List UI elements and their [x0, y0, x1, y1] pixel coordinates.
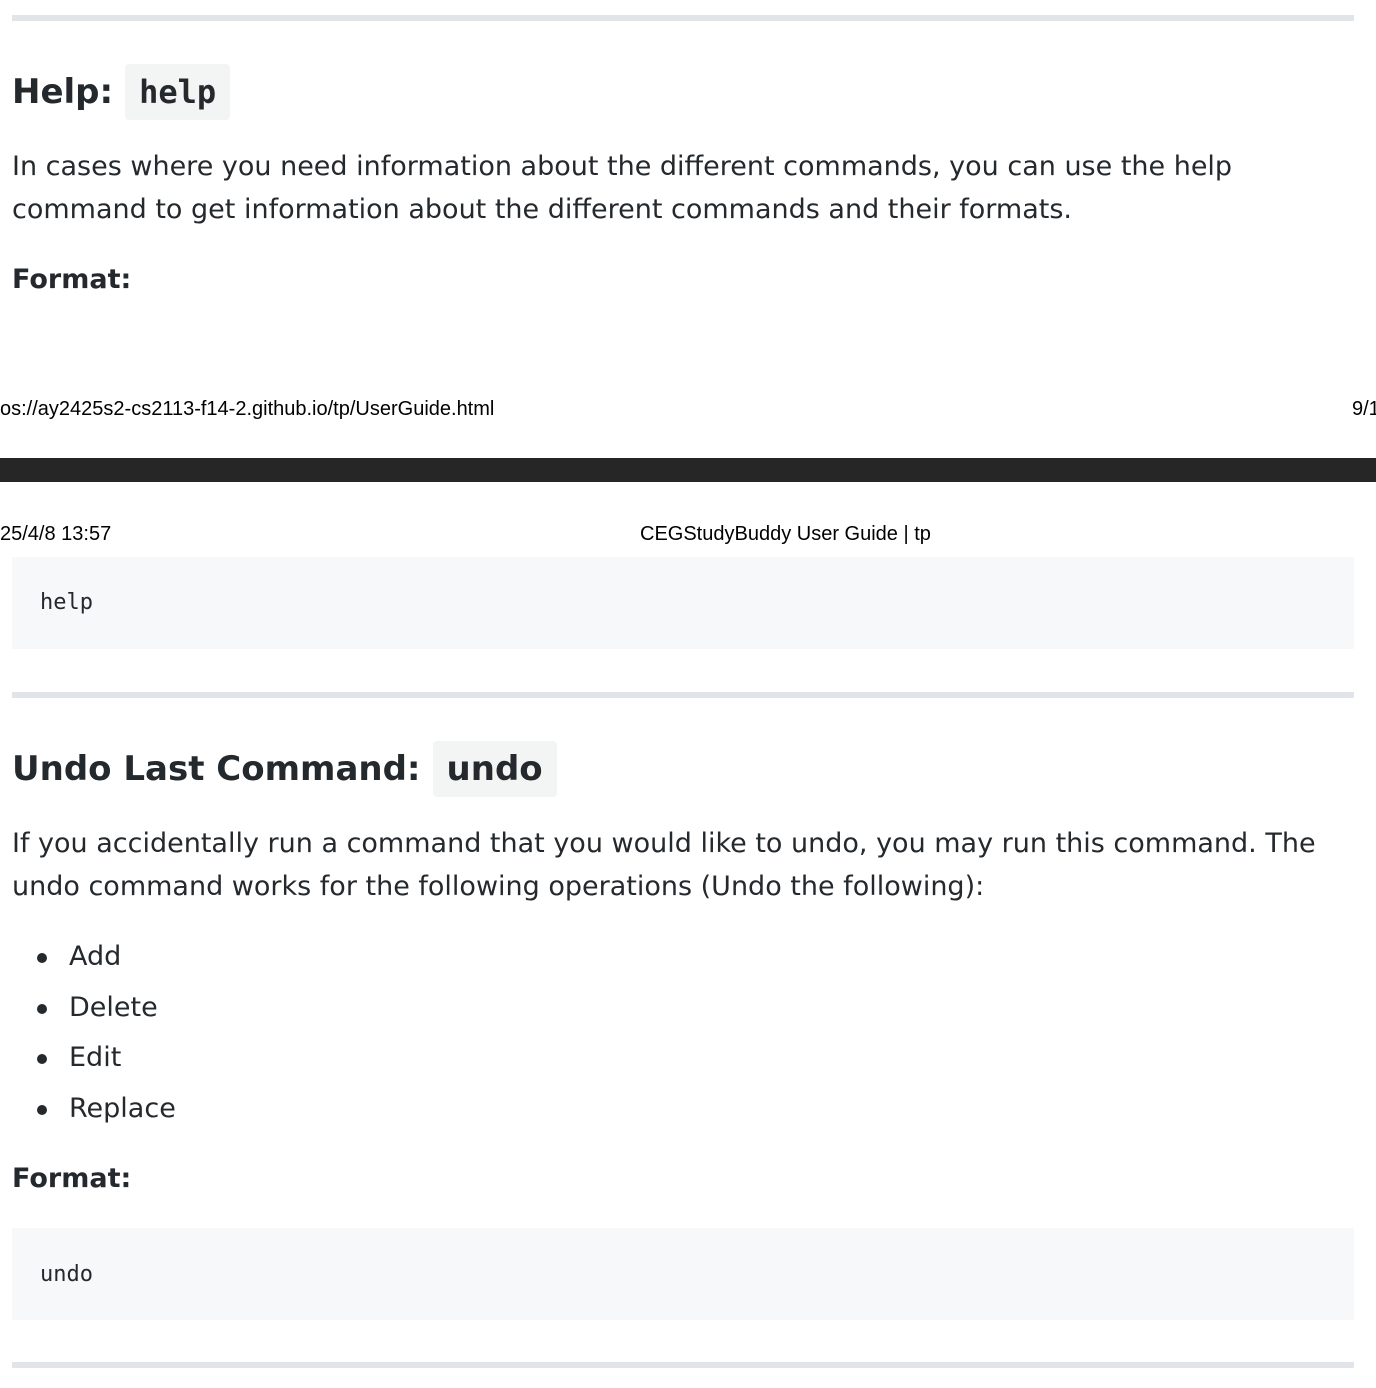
undo-operations-list: Add Delete Edit Replace — [0, 932, 176, 1134]
undo-heading-text: Undo Last Command: — [12, 749, 421, 789]
list-item: Delete — [0, 983, 176, 1034]
undo-heading-code: undo — [432, 741, 557, 797]
help-format-code-block: help — [12, 557, 1354, 649]
help-description: In cases where you need information abou… — [12, 151, 1233, 225]
help-heading-text: Help: — [12, 72, 114, 112]
undo-format-label: Format: — [12, 1163, 132, 1194]
list-item: Edit — [0, 1033, 176, 1084]
page-break-band — [0, 458, 1376, 482]
undo-heading: Undo Last Command: undo — [12, 741, 557, 797]
section-divider-top — [12, 15, 1354, 21]
print-header-datetime: 25/4/8 13:57 — [0, 523, 112, 545]
help-heading: Help: help — [12, 64, 231, 120]
print-footer-url[interactable]: os://ay2425s2-cs2113-f14-2.github.io/tp/… — [0, 397, 494, 421]
list-item: Replace — [0, 1084, 176, 1135]
help-format-label: Format: — [12, 264, 132, 295]
print-footer-page-number: 9/1 — [1352, 398, 1376, 420]
print-header-title: CEGStudyBuddy User Guide | tp — [640, 523, 931, 545]
list-item: Add — [0, 932, 176, 983]
help-format-code: help — [40, 590, 93, 615]
section-divider-middle — [12, 692, 1354, 698]
section-divider-bottom — [12, 1362, 1354, 1368]
undo-format-code-block: undo — [12, 1228, 1354, 1320]
undo-description: If you accidentally run a command that y… — [12, 828, 1316, 902]
undo-format-code: undo — [40, 1262, 93, 1287]
help-heading-code: help — [125, 64, 231, 120]
